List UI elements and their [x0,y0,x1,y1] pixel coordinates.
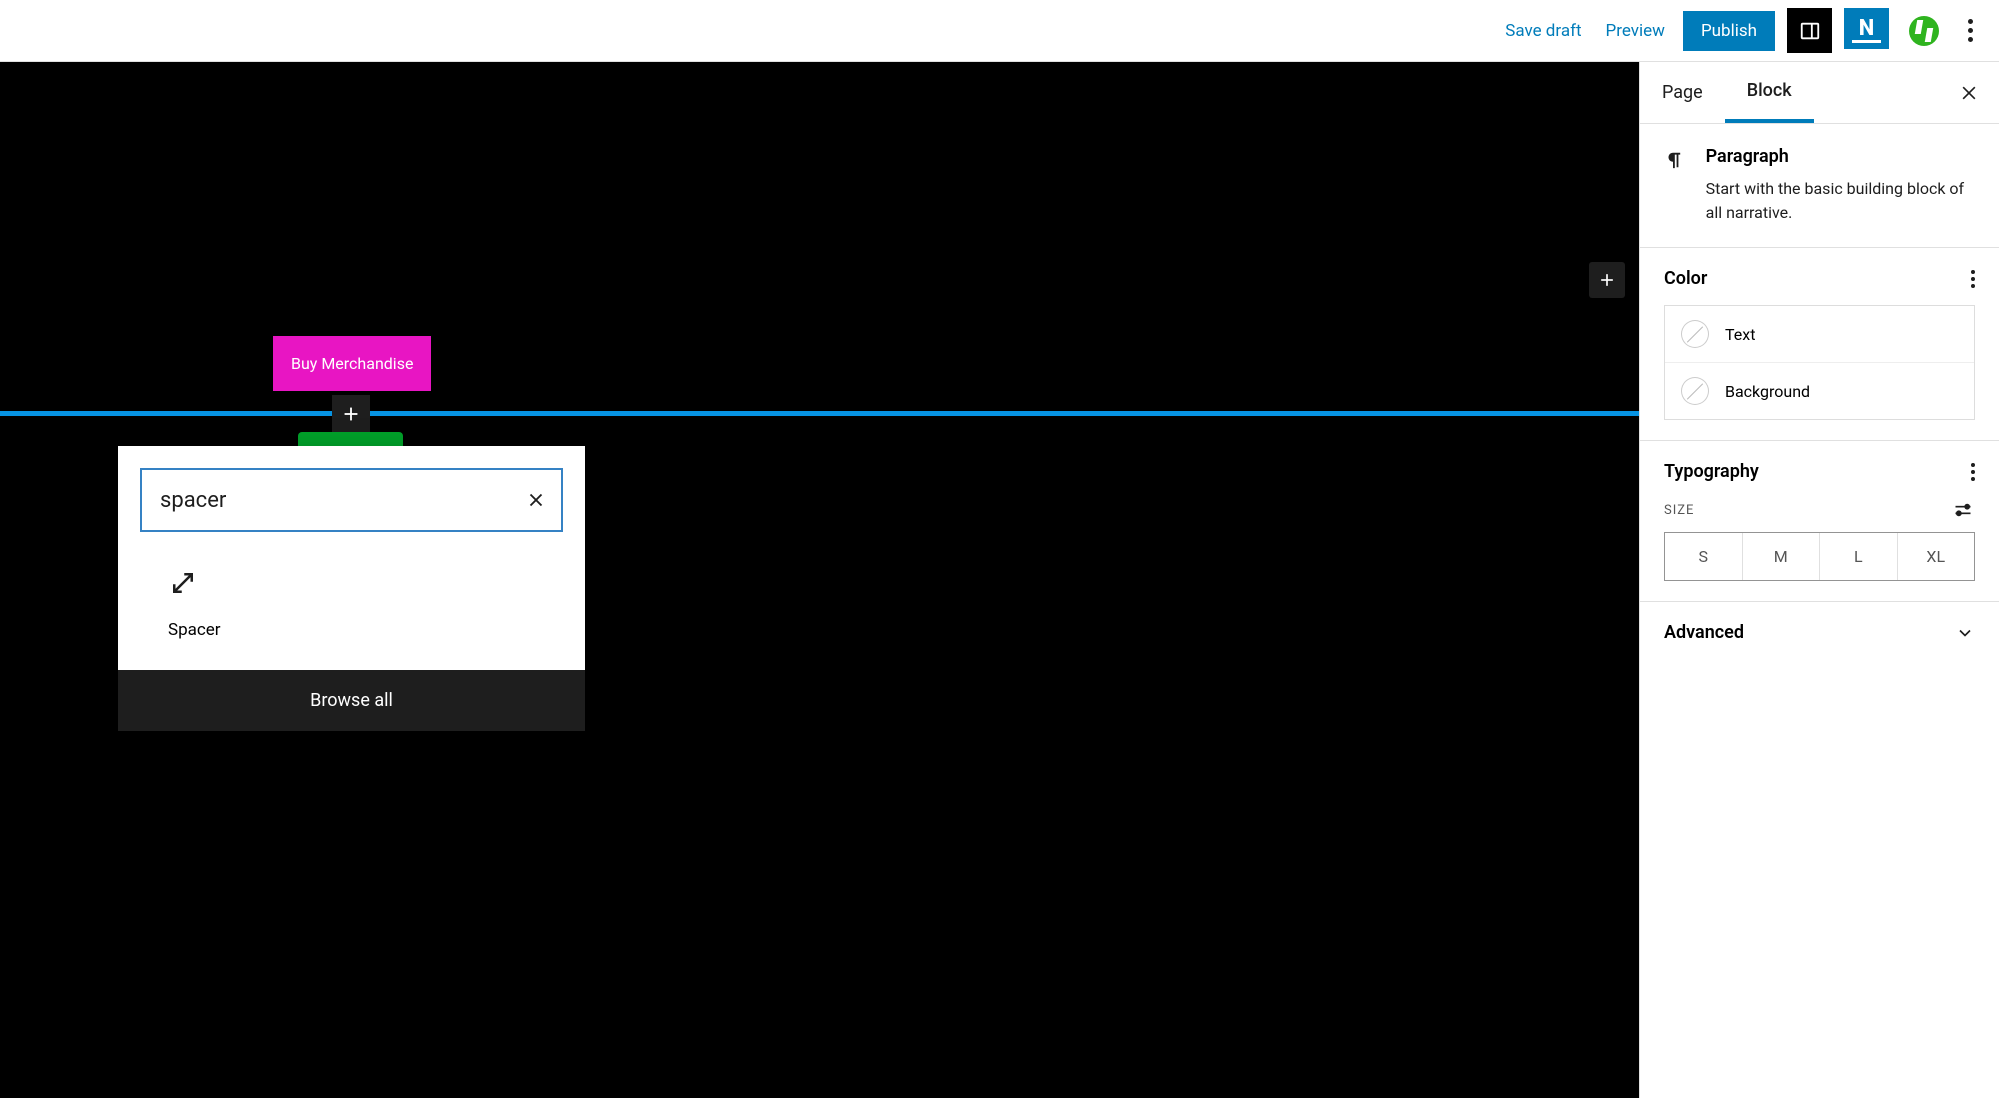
typography-panel-more-icon [1971,463,1975,481]
text-color-button[interactable]: Text [1665,306,1974,362]
block-description: Start with the basic building block of a… [1706,177,1975,225]
font-size-segmented-control: S M L XL [1664,532,1975,581]
spacer-icon [168,568,198,598]
editor-canvas[interactable]: Buy Merchandise [0,62,1639,1098]
sliders-icon[interactable] [1951,500,1975,520]
chevron-down-icon [1955,623,1975,643]
inserter-search-field [140,468,563,532]
size-label: SIZE [1664,503,1694,518]
inserter-result-spacer[interactable]: Spacer [118,546,258,670]
font-size-xl[interactable]: XL [1897,533,1975,580]
buy-merchandise-button[interactable]: Buy Merchandise [273,336,431,391]
block-insertion-indicator [0,411,1639,416]
settings-toggle-button[interactable] [1787,8,1832,53]
editor-topbar: Save draft Preview Publish N [0,0,1999,62]
clear-search-button[interactable] [525,489,547,511]
more-options-button[interactable] [1958,19,1983,42]
tab-page[interactable]: Page [1640,62,1725,123]
jetpack-icon [1909,16,1939,46]
publish-button[interactable]: Publish [1683,11,1775,51]
typography-panel-header[interactable]: Typography [1664,461,1975,482]
inline-inserter-button[interactable] [332,395,370,433]
tab-block[interactable]: Block [1725,62,1814,123]
color-swatch-none-icon [1681,320,1709,348]
theme-n-button[interactable]: N [1844,8,1889,53]
plus-icon [1597,270,1617,290]
color-panel: Color Text Background [1640,247,1999,440]
font-size-s[interactable]: S [1665,533,1742,580]
close-sidebar-button[interactable] [1949,83,1989,103]
color-panel-header[interactable]: Color [1664,268,1975,289]
save-draft-link[interactable]: Save draft [1499,13,1587,49]
n-icon: N [1859,18,1875,40]
close-icon [1959,83,1979,103]
sidebar-tabs: Page Block [1640,62,1999,124]
advanced-panel-toggle[interactable]: Advanced [1664,622,1975,643]
editor-main: Buy Merchandise [0,62,1999,1098]
block-info-section: Paragraph Start with the basic building … [1640,124,1999,247]
jetpack-button[interactable] [1901,8,1946,53]
settings-sidebar: Page Block Paragraph Start with the basi… [1639,62,1999,1098]
block-inserter-popover: Spacer Browse all [118,446,585,731]
preview-link[interactable]: Preview [1600,13,1671,49]
sidebar-panel-icon [1799,20,1821,42]
inserter-result-label: Spacer [168,620,221,640]
close-icon [525,489,547,511]
inserter-search-input[interactable] [160,488,505,513]
advanced-panel: Advanced [1640,601,1999,663]
add-block-button[interactable] [1589,262,1625,298]
block-title: Paragraph [1706,146,1975,167]
plus-icon [340,403,362,425]
paragraph-icon [1664,146,1686,174]
color-panel-more-icon [1971,270,1975,288]
typography-panel: Typography SIZE S M L XL [1640,440,1999,601]
background-color-button[interactable]: Background [1665,362,1974,419]
color-swatch-none-icon [1681,377,1709,405]
font-size-m[interactable]: M [1742,533,1820,580]
font-size-l[interactable]: L [1819,533,1897,580]
browse-all-button[interactable]: Browse all [118,670,585,731]
